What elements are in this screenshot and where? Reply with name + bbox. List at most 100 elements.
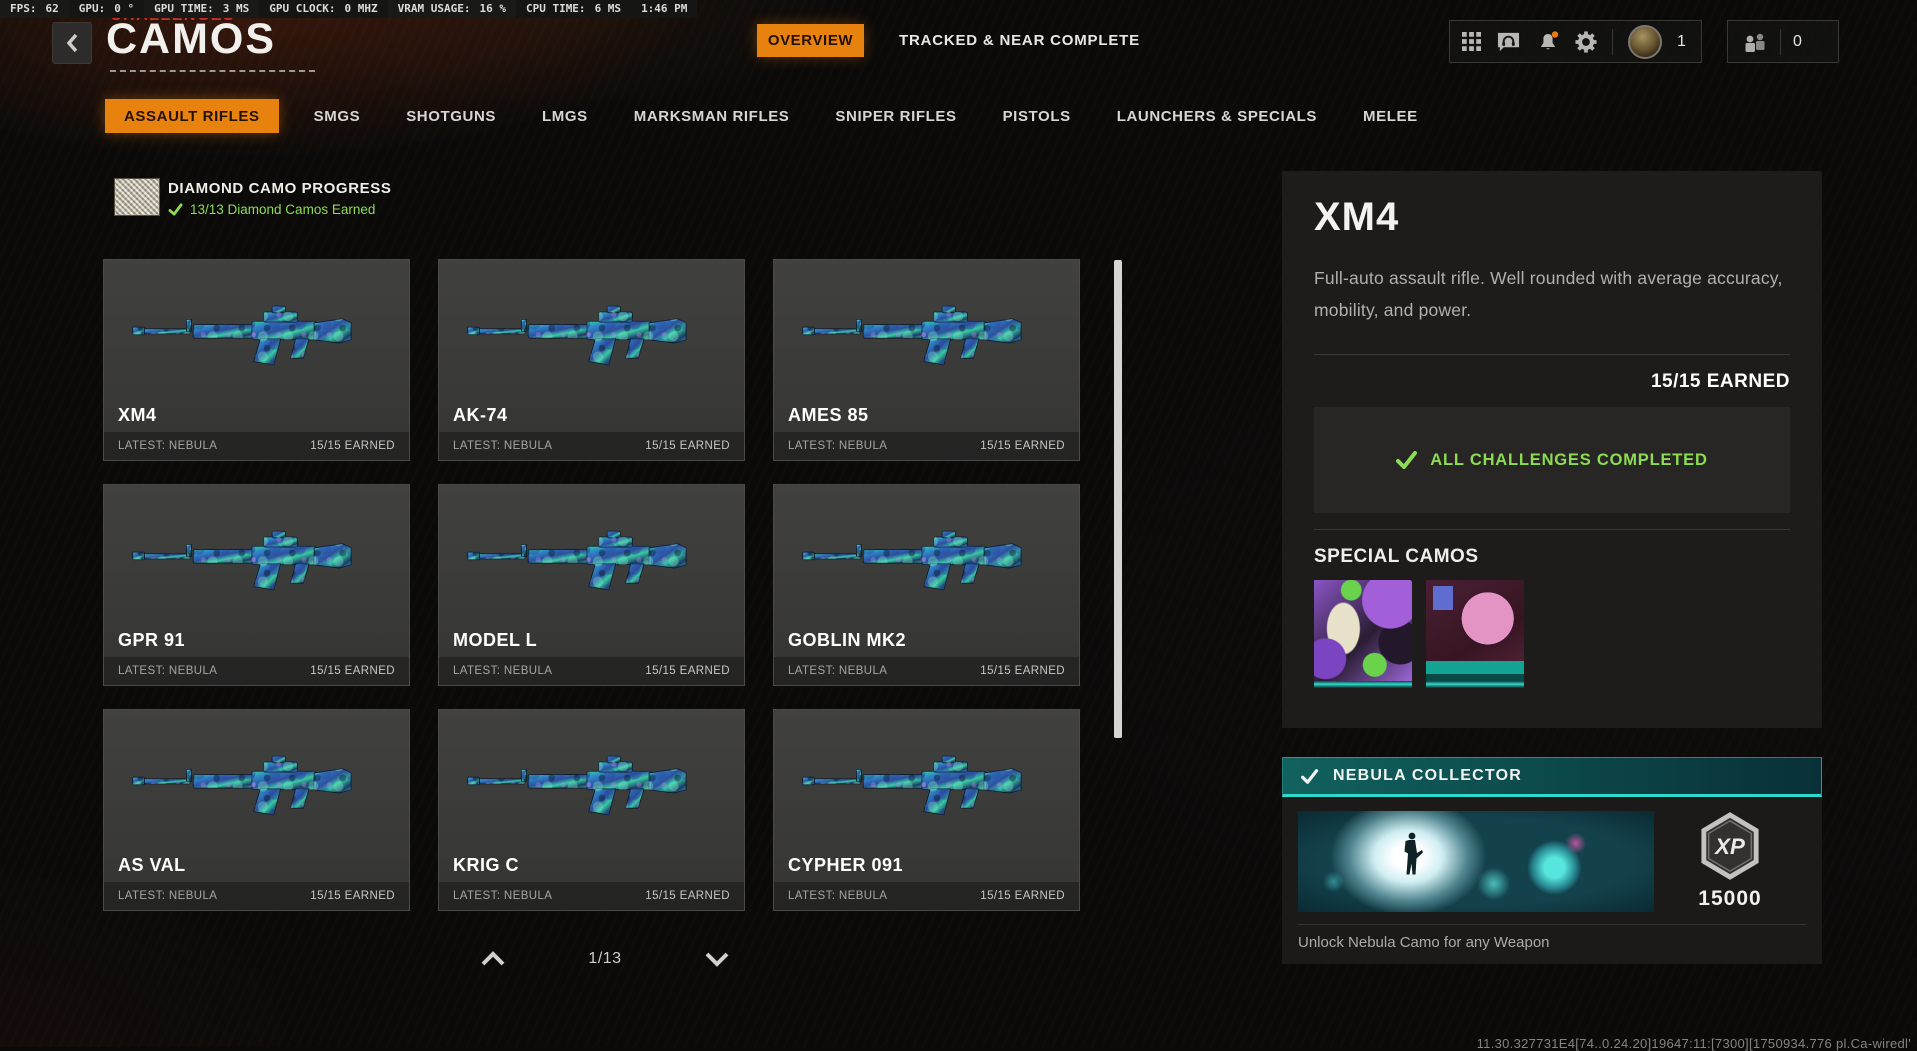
weapon-class-tab[interactable]: LAUNCHERS & SPECIALS (1094, 99, 1340, 133)
completed-text: ALL CHALLENGES COMPLETED (1430, 450, 1708, 469)
latest-camo-label: LATEST: NEBULA (453, 890, 553, 902)
performance-metric: VRAM USAGE: 16 % (387, 0, 516, 18)
earned-count: 15/15 EARNED (980, 890, 1065, 902)
weapon-card[interactable]: CYPHER 091 LATEST: NEBULA 15/15 EARNED (773, 709, 1080, 911)
weapon-image (439, 489, 744, 627)
weapon-card[interactable]: AK-74 LATEST: NEBULA 15/15 EARNED (438, 259, 745, 461)
weapon-class-tab[interactable]: SHOTGUNS (383, 99, 519, 133)
notification-dot (1551, 30, 1559, 38)
back-button[interactable] (52, 22, 92, 64)
challenge-header: NEBULA COLLECTOR (1282, 757, 1822, 797)
chevron-down-icon[interactable] (704, 951, 730, 967)
weapon-card[interactable]: AMES 85 LATEST: NEBULA 15/15 EARNED (773, 259, 1080, 461)
weapon-class-tab[interactable]: PISTOLS (980, 99, 1094, 133)
weapon-card-footer: LATEST: NEBULA 15/15 EARNED (439, 882, 744, 910)
chevron-up-icon[interactable] (480, 951, 506, 967)
grid-menu-icon[interactable] (1462, 32, 1481, 51)
tab-tracked-near-complete[interactable]: TRACKED & NEAR COMPLETE (899, 24, 1140, 57)
settings-gear-icon[interactable] (1575, 30, 1597, 53)
performance-metrics: FPS: 62 GPU: 0 ° GPU TIME: 3 MS GPU CLOC… (0, 0, 632, 18)
nebula-collector-card[interactable]: NEBULA COLLECTOR XP 15000 Unlock Nebula … (1282, 757, 1822, 964)
weapon-class-tab[interactable]: MARKSMAN RIFLES (611, 99, 813, 133)
weapon-name: GPR 91 (118, 630, 186, 650)
earned-count: 15/15 EARNED (645, 665, 730, 677)
notifications-bell-icon[interactable] (1536, 30, 1560, 54)
weapon-name: MODEL L (453, 630, 538, 650)
weapon-card-footer: LATEST: NEBULA 15/15 EARNED (104, 657, 409, 685)
weapon-image (774, 714, 1079, 852)
earned-count: 15/15 EARNED (310, 665, 395, 677)
divider (1314, 354, 1790, 355)
weapon-card[interactable]: MODEL L LATEST: NEBULA 15/15 EARNED (438, 484, 745, 686)
weapon-class-tab[interactable]: SMGS (291, 99, 384, 133)
toolbar-divider (1612, 28, 1613, 55)
check-icon (1301, 768, 1319, 784)
player-avatar[interactable] (1628, 24, 1662, 59)
toolbar-divider (1780, 28, 1781, 55)
weapon-class-tab[interactable]: LMGS (519, 99, 611, 133)
weapon-name: CYPHER 091 (788, 855, 904, 875)
challenge-body: XP 15000 (1282, 797, 1822, 912)
weapon-card[interactable]: GOBLIN MK2 LATEST: NEBULA 15/15 EARNED (773, 484, 1080, 686)
weapon-image (774, 489, 1079, 627)
weapon-name: AMES 85 (788, 405, 869, 425)
weapon-image (439, 264, 744, 402)
grid-pagination: 1/13 (480, 950, 730, 968)
voice-chat-icon[interactable] (1496, 30, 1521, 53)
xp-reward-value: 15000 (1698, 887, 1762, 910)
metric-value: 6 MS (594, 2, 622, 15)
diamond-progress-text: 13/13 Diamond Camos Earned (190, 202, 376, 217)
weapon-class-tab[interactable]: ASSAULT RIFLES (105, 99, 279, 133)
grid-scrollbar-thumb[interactable] (1114, 260, 1122, 738)
weapon-card-footer: LATEST: NEBULA 15/15 EARNED (439, 657, 744, 685)
weapon-image (104, 264, 409, 402)
earned-count: 15/15 EARNED (645, 890, 730, 902)
challenge-title: NEBULA COLLECTOR (1333, 767, 1522, 784)
weapon-card[interactable]: AS VAL LATEST: NEBULA 15/15 EARNED (103, 709, 410, 911)
detail-weapon-name: XM4 (1314, 195, 1400, 239)
diamond-camo-swatch-icon (114, 178, 160, 216)
special-camos-row (1314, 580, 1790, 688)
performance-status-bar: FPS: 62 GPU: 0 ° GPU TIME: 3 MS GPU CLOC… (0, 0, 698, 18)
check-icon (1396, 451, 1418, 469)
latest-camo-label: LATEST: NEBULA (118, 665, 218, 677)
social-widget[interactable]: 0 (1727, 20, 1839, 63)
latest-camo-label: LATEST: NEBULA (118, 890, 218, 902)
weapon-image (439, 714, 744, 852)
weapon-class-tab[interactable]: MELEE (1340, 99, 1441, 133)
special-camos-heading: SPECIAL CAMOS (1314, 546, 1479, 567)
latest-camo-label: LATEST: NEBULA (453, 665, 553, 677)
weapon-card[interactable]: XM4 LATEST: NEBULA 15/15 EARNED (103, 259, 410, 461)
camo-equipped-bar (1426, 681, 1524, 688)
special-camo-thumb-2[interactable] (1426, 580, 1524, 688)
nebula-camo-artwork (1298, 811, 1654, 912)
tab-overview[interactable]: OVERVIEW (757, 24, 864, 57)
friends-icon (1742, 31, 1768, 53)
metric-value: 0 ° (114, 2, 135, 15)
metric-label: GPU CLOCK: (269, 2, 336, 15)
weapon-card-footer: LATEST: NEBULA 15/15 EARNED (774, 432, 1079, 460)
weapon-image (104, 489, 409, 627)
performance-metric: GPU TIME: 3 MS (144, 0, 260, 18)
special-camo-thumb-1[interactable] (1314, 580, 1412, 688)
latest-camo-label: LATEST: NEBULA (118, 440, 218, 452)
weapon-class-tab[interactable]: SNIPER RIFLES (812, 99, 979, 133)
latest-camo-label: LATEST: NEBULA (788, 665, 888, 677)
weapon-name: XM4 (118, 405, 157, 425)
performance-metric: GPU CLOCK: 0 MHZ (259, 0, 388, 18)
performance-metric: FPS: 62 (0, 0, 69, 18)
weapon-class-tabs: ASSAULT RIFLES SMGS SHOTGUNS LMGS MARKSMAN R… (105, 99, 1441, 133)
special-camo-image (1426, 580, 1524, 681)
challenge-description: Unlock Nebula Camo for any Weapon (1298, 934, 1550, 951)
metric-value: 3 MS (222, 2, 250, 15)
weapon-card[interactable]: KRIG C LATEST: NEBULA 15/15 EARNED (438, 709, 745, 911)
weapon-card[interactable]: GPR 91 LATEST: NEBULA 15/15 EARNED (103, 484, 410, 686)
earned-count: 15/15 EARNED (645, 440, 730, 452)
weapon-card-footer: LATEST: NEBULA 15/15 EARNED (439, 432, 744, 460)
weapon-name: AK-74 (453, 405, 508, 425)
weapon-image (104, 714, 409, 852)
reward-column: XP 15000 (1654, 811, 1806, 912)
xp-badge-icon: XP (1699, 812, 1761, 880)
latest-camo-label: LATEST: NEBULA (788, 440, 888, 452)
weapon-card-footer: LATEST: NEBULA 15/15 EARNED (104, 882, 409, 910)
